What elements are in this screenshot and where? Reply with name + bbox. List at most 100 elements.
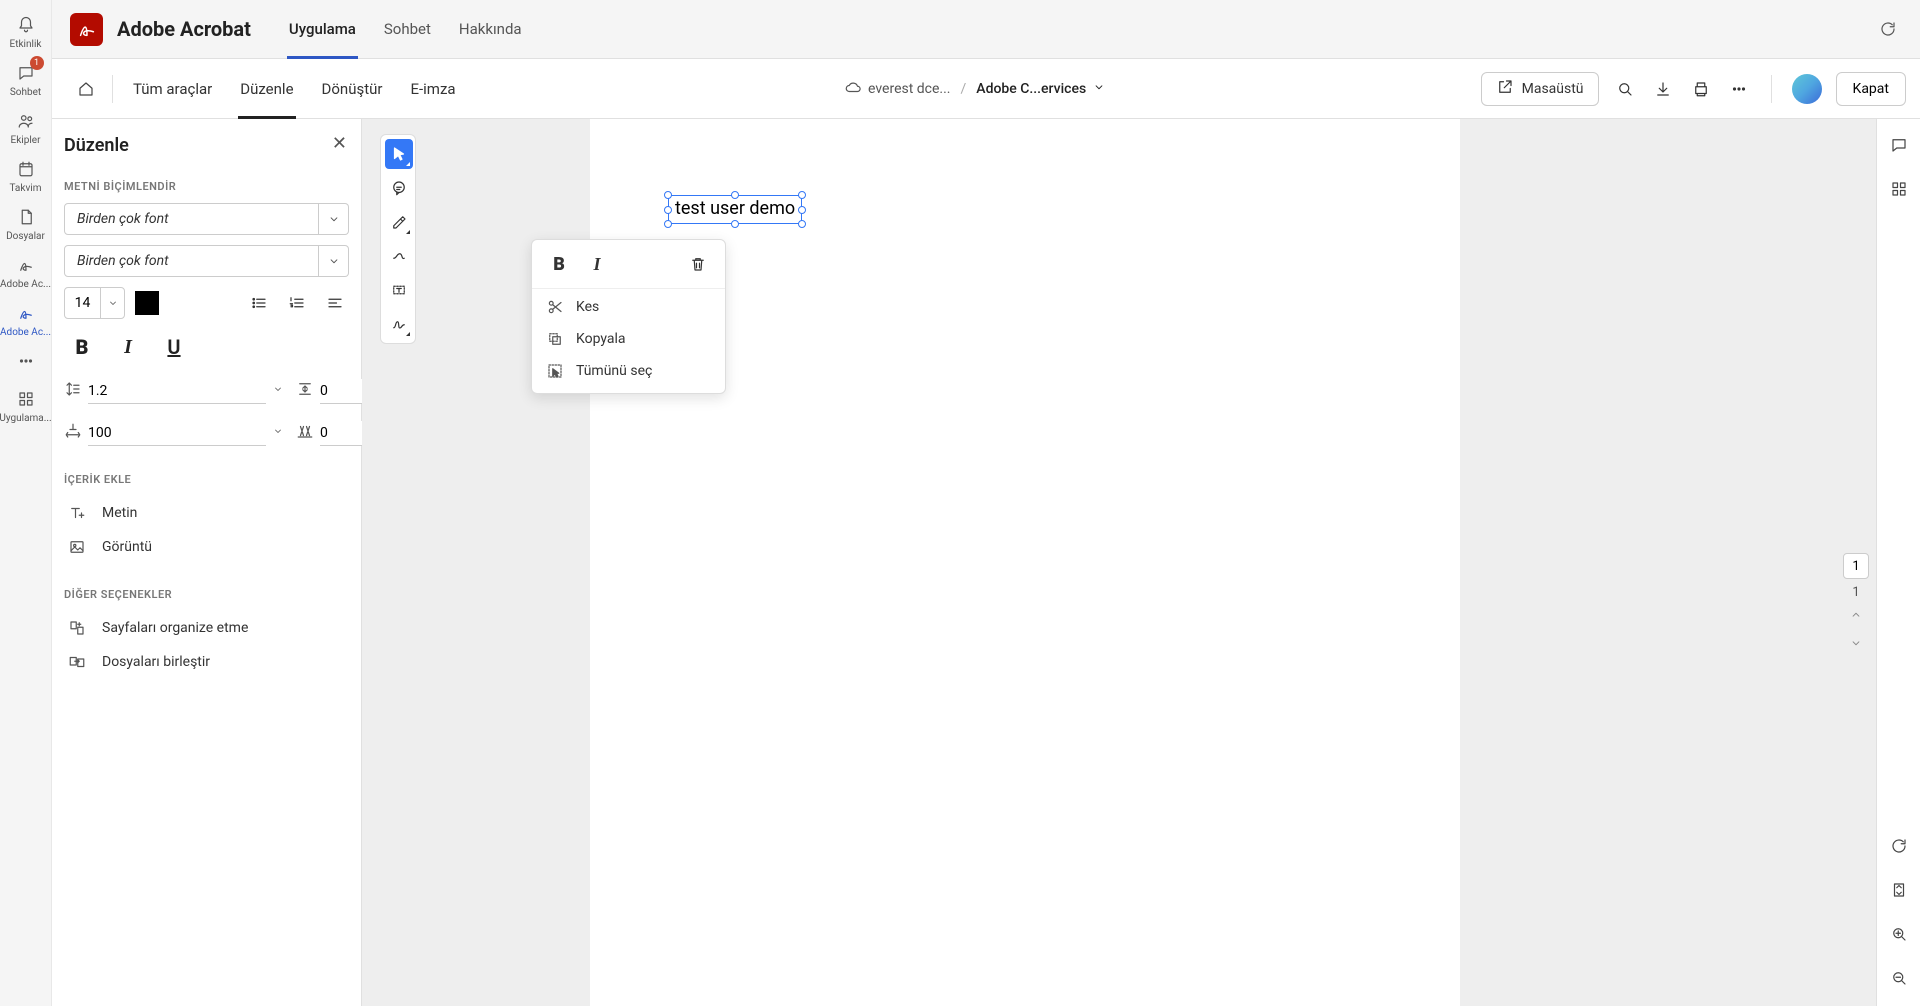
ctx-italic-button[interactable]: I [580, 250, 614, 278]
copy-icon [546, 330, 564, 348]
open-desktop-button[interactable]: Masaüstü [1481, 72, 1599, 106]
resize-handle[interactable] [798, 206, 806, 214]
header-tab-app[interactable]: Uygulama [275, 0, 370, 59]
more-button[interactable] [1727, 77, 1751, 101]
chevron-down-icon[interactable] [272, 380, 284, 402]
chevron-down-icon[interactable] [319, 245, 349, 277]
numbered-list-button[interactable] [283, 289, 311, 317]
add-text-button[interactable]: Metin [64, 496, 349, 530]
app-title: Adobe Acrobat [117, 17, 251, 41]
font-size-field[interactable] [65, 288, 100, 318]
char-space-icon [296, 422, 314, 444]
fit-page-button[interactable] [1887, 878, 1911, 902]
resize-handle[interactable] [664, 206, 672, 214]
ctx-copy[interactable]: Kopyala [532, 323, 725, 355]
add-image-button[interactable]: Görüntü [64, 530, 349, 564]
edit-side-panel: Düzenle ✕ METNİ BİÇİMLENDİR Birden çok f… [52, 119, 362, 1006]
rail-acrobat-2[interactable]: Adobe Ac... [0, 294, 52, 342]
current-page-input[interactable]: 1 [1843, 553, 1869, 579]
chevron-down-icon[interactable] [100, 288, 124, 318]
rail-teams[interactable]: Ekipler [0, 102, 52, 150]
section-format-label: METNİ BİÇİMLENDİR [64, 180, 349, 193]
close-button[interactable]: Kapat [1836, 72, 1906, 106]
home-button[interactable] [66, 69, 106, 109]
tb-edit[interactable]: Düzenle [226, 59, 307, 119]
line-height-input[interactable] [64, 375, 284, 407]
rail-label: Uygulama... [0, 413, 52, 424]
h-scale-icon [64, 422, 82, 444]
rotate-button[interactable] [1887, 834, 1911, 858]
comments-panel-button[interactable] [1887, 133, 1911, 157]
sign-tool[interactable] [385, 309, 413, 339]
draw-tool[interactable] [385, 241, 413, 271]
breadcrumb-current[interactable]: Adobe C...ervices [976, 80, 1106, 98]
ctx-delete-button[interactable] [681, 250, 715, 278]
panel-close-button[interactable]: ✕ [332, 133, 347, 154]
ctx-select-all[interactable]: Tümünü seç [532, 355, 725, 387]
resize-handle[interactable] [664, 191, 672, 199]
chevron-down-icon[interactable] [272, 422, 284, 444]
user-avatar[interactable] [1792, 74, 1822, 104]
rail-apps[interactable]: Uygulama... [0, 380, 52, 428]
header-tab-chat[interactable]: Sohbet [370, 0, 445, 59]
cloud-icon [844, 78, 862, 100]
acrobat-logo [70, 13, 103, 46]
zoom-in-button[interactable] [1887, 922, 1911, 946]
rail-acrobat-1[interactable]: Adobe Ac... [0, 246, 52, 294]
page-down-button[interactable] [1849, 634, 1863, 656]
rail-label: Sohbet [10, 87, 41, 98]
acrobat-icon [17, 302, 35, 324]
resize-handle[interactable] [664, 220, 672, 228]
resize-handle[interactable] [731, 220, 739, 228]
resize-handle[interactable] [798, 191, 806, 199]
text-content[interactable]: test user demo [675, 198, 795, 219]
rail-activity[interactable]: Etkinlik [0, 6, 52, 54]
resize-handle[interactable] [798, 220, 806, 228]
print-button[interactable] [1689, 77, 1713, 101]
ctx-cut[interactable]: Kes [532, 291, 725, 323]
rail-files[interactable]: Dosyalar [0, 198, 52, 246]
font-color-swatch[interactable] [135, 291, 159, 315]
bell-icon [17, 14, 35, 36]
selected-text-box[interactable]: test user demo [668, 195, 802, 224]
breadcrumb-parent[interactable]: everest dce... [844, 78, 951, 100]
font-size-input[interactable] [64, 287, 125, 319]
font-family-dropdown[interactable]: Birden çok font [64, 203, 349, 235]
page-vertical-toolbar [380, 134, 416, 344]
organize-pages-button[interactable]: Sayfaları organize etme [64, 611, 349, 645]
select-tool[interactable] [385, 139, 413, 169]
rail-chat[interactable]: 1 Sohbet [0, 54, 52, 102]
rail-label: Takvim [10, 183, 42, 194]
comment-tool[interactable] [385, 173, 413, 203]
italic-button[interactable]: I [110, 329, 146, 365]
underline-button[interactable]: U [156, 329, 192, 365]
tb-esign[interactable]: E-imza [396, 59, 469, 119]
zoom-out-button[interactable] [1887, 966, 1911, 990]
tb-convert[interactable]: Dönüştür [308, 59, 397, 119]
file-icon [17, 206, 35, 228]
teams-left-rail: Etkinlik 1 Sohbet Ekipler Takvim Dosyala… [0, 0, 52, 1006]
textbox-tool[interactable] [385, 275, 413, 305]
tb-all-tools[interactable]: Tüm araçlar [119, 59, 226, 119]
combine-files-button[interactable]: Dosyaları birleştir [64, 645, 349, 679]
font-style-dropdown[interactable]: Birden çok font [64, 245, 349, 277]
rail-more[interactable] [0, 342, 52, 376]
acrobat-icon [17, 254, 35, 276]
align-button[interactable] [321, 289, 349, 317]
header-tab-about[interactable]: Hakkında [445, 0, 536, 59]
highlight-tool[interactable] [385, 207, 413, 237]
select-all-icon [546, 362, 564, 380]
ctx-bold-button[interactable]: B [542, 250, 576, 278]
page-up-button[interactable] [1849, 606, 1863, 628]
thumbnails-panel-button[interactable] [1887, 177, 1911, 201]
document-page[interactable]: test user demo B I [590, 119, 1460, 1006]
rail-calendar[interactable]: Takvim [0, 150, 52, 198]
h-scale-input[interactable] [64, 417, 284, 449]
calendar-icon [17, 158, 35, 180]
search-button[interactable] [1613, 77, 1637, 101]
bold-button[interactable]: B [64, 329, 100, 365]
download-button[interactable] [1651, 77, 1675, 101]
chevron-down-icon[interactable] [319, 203, 349, 235]
refresh-button[interactable] [1874, 15, 1902, 43]
bullet-list-button[interactable] [245, 289, 273, 317]
